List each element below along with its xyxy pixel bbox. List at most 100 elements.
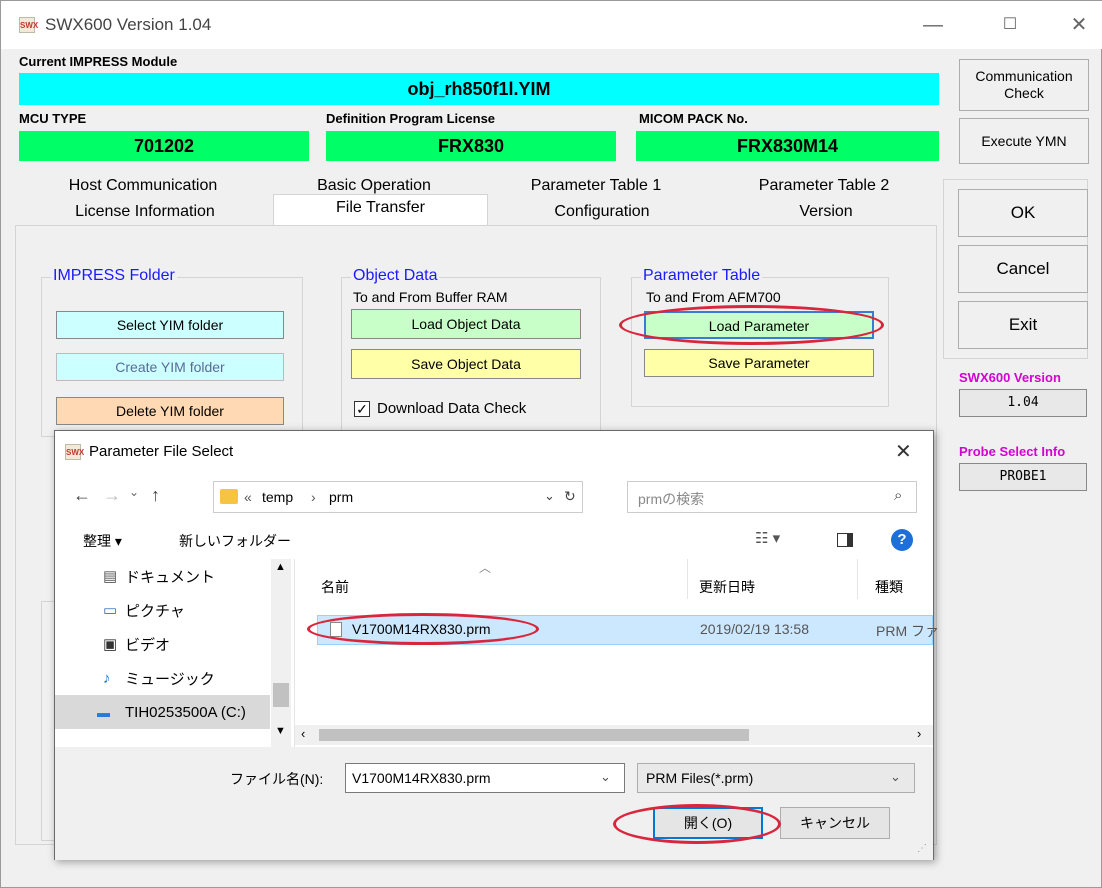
file-type: PRM ファ [876, 623, 939, 639]
nav-item-label: ピクチャ [125, 602, 185, 620]
nav-item-label: ビデオ [125, 636, 171, 654]
recent-dropdown-icon[interactable]: ⌄ [129, 485, 139, 499]
video-icon: ▣ [103, 636, 118, 653]
execute-ymn-button[interactable]: Execute YMN [959, 118, 1089, 164]
horizontal-scrollbar[interactable]: ‹ › [295, 725, 933, 745]
help-icon[interactable]: ? [891, 529, 913, 551]
probe-label: Probe Select Info [959, 444, 1066, 459]
column-type[interactable]: 種類 [875, 577, 903, 597]
file-type-value: PRM Files(*.prm) [646, 770, 754, 786]
nav-scrollbar[interactable]: ▲ ▼ [271, 559, 291, 747]
impress-folder-title: IMPRESS Folder [51, 267, 177, 285]
column-name[interactable]: 名前 [321, 577, 349, 597]
nav-item-label: TIH0253500A (C:) [125, 703, 246, 721]
view-options-icon[interactable]: ☷ ▾ [755, 529, 780, 547]
nav-item-music[interactable]: ♪ ミュージック [55, 661, 270, 695]
path-prm[interactable]: prm [329, 489, 353, 505]
path-temp[interactable]: temp [262, 489, 293, 505]
refresh-icon[interactable]: ↻ [564, 488, 576, 505]
tab-parameter-table-2[interactable]: Parameter Table 2 [711, 173, 937, 199]
forward-arrow-icon[interactable]: → [103, 485, 121, 506]
tab-file-transfer[interactable]: File Transfer [273, 194, 488, 226]
license-value: FRX830 [326, 131, 616, 161]
file-type-select[interactable]: PRM Files(*.prm) ⌄ [637, 763, 915, 793]
resize-grip-icon[interactable]: ⋰ [917, 843, 927, 854]
scroll-up-icon[interactable]: ▲ [275, 561, 286, 573]
save-object-data-button[interactable]: Save Object Data [351, 349, 581, 379]
path-separator: › [311, 489, 316, 505]
nav-item-drive-c[interactable]: ▬ TIH0253500A (C:) [55, 695, 270, 729]
nav-item-videos[interactable]: ▣ ビデオ [55, 627, 270, 661]
ok-button[interactable]: OK [958, 189, 1088, 237]
tab-version[interactable]: Version [715, 199, 937, 225]
new-folder-button[interactable]: 新しいフォルダー [179, 531, 291, 551]
save-parameter-button[interactable]: Save Parameter [644, 349, 874, 377]
address-dropdown-icon[interactable]: ⌄ [544, 488, 555, 504]
column-date[interactable]: 更新日時 [699, 577, 755, 597]
tab-license-information[interactable]: License Information [19, 199, 271, 225]
minimize-button[interactable]: — [919, 11, 947, 39]
filename-input[interactable]: V1700M14RX830.prm ⌄ [345, 763, 625, 793]
title-bar: SWX SWX600 Version 1.04 — ☐ ✕ [1, 1, 1102, 49]
back-arrow-icon[interactable]: ← [73, 485, 91, 506]
scroll-right-icon[interactable]: › [917, 726, 921, 741]
nav-item-documents[interactable]: ▤ ドキュメント [55, 559, 270, 593]
communication-check-button[interactable]: Communication Check [959, 59, 1089, 111]
cancel-button[interactable]: Cancel [958, 245, 1088, 293]
filename-dropdown-icon[interactable]: ⌄ [600, 769, 611, 785]
column-divider [687, 559, 688, 599]
tab-configuration[interactable]: Configuration [491, 199, 713, 225]
preview-pane-icon[interactable] [837, 533, 853, 547]
document-icon: ▤ [103, 568, 118, 585]
file-type-dropdown-icon[interactable]: ⌄ [890, 769, 901, 785]
tab-host-communication[interactable]: Host Communication [19, 173, 267, 199]
parameter-table-subtitle: To and From AFM700 [646, 289, 781, 305]
tab-parameter-table-1[interactable]: Parameter Table 1 [481, 173, 711, 199]
nav-item-label: ミュージック [125, 670, 215, 688]
license-label: Definition Program License [326, 111, 496, 126]
nav-scroll-thumb[interactable] [273, 683, 289, 707]
mcu-label: MCU TYPE [19, 111, 87, 126]
highlight-load-parameter [619, 305, 884, 345]
path-overflow[interactable]: « [244, 489, 252, 505]
download-check-label: Download Data Check [377, 400, 527, 417]
maximize-button[interactable]: ☐ [996, 11, 1024, 39]
sort-indicator-icon: ︿ [479, 561, 492, 575]
object-data-title: Object Data [351, 267, 440, 285]
dialog-footer: ファイル名(N): V1700M14RX830.prm ⌄ PRM Files(… [55, 747, 933, 860]
nav-item-label: ドキュメント [125, 568, 216, 586]
scroll-down-icon[interactable]: ▼ [275, 725, 286, 737]
exit-button[interactable]: Exit [958, 301, 1088, 349]
delete-yim-folder-button[interactable]: Delete YIM folder [56, 397, 284, 425]
filename-value: V1700M14RX830.prm [352, 770, 491, 786]
close-button[interactable]: ✕ [1065, 11, 1093, 39]
search-icon[interactable]: ⌕ [894, 487, 902, 504]
window-title: SWX600 Version 1.04 [45, 15, 212, 34]
micom-label: MICOM PACK No. [639, 111, 748, 126]
download-check-checkbox[interactable]: ✓ [354, 401, 370, 417]
address-bar[interactable]: « temp › prm ⌄ ↻ [213, 481, 583, 513]
pictures-icon: ▭ [103, 602, 118, 619]
micom-value: FRX830M14 [636, 131, 939, 161]
create-yim-folder-button[interactable]: Create YIM folder [56, 353, 284, 381]
search-placeholder: prmの検索 [638, 491, 705, 507]
dialog-title: Parameter File Select [89, 443, 234, 460]
column-divider [857, 559, 858, 599]
search-box[interactable]: prmの検索 ⌕ [627, 481, 917, 513]
dialog-cancel-button[interactable]: キャンセル [780, 807, 890, 839]
dialog-logo-icon: SWX [65, 444, 84, 460]
up-arrow-icon[interactable]: ↑ [151, 485, 160, 506]
version-value: 1.04 [959, 389, 1087, 417]
mcu-value: 701202 [19, 131, 309, 161]
module-value: obj_rh850f1l.YIM [19, 73, 939, 105]
dialog-toolbar: 整理 ▾ 新しいフォルダー ☷ ▾ ? [55, 523, 933, 559]
horizontal-scroll-thumb[interactable] [319, 729, 749, 741]
navigation-pane: ▤ ドキュメント ▭ ピクチャ ▣ ビデオ ♪ ミュージック ▬ TIH0253500A … [55, 559, 295, 747]
scroll-left-icon[interactable]: ‹ [301, 726, 305, 741]
dialog-close-button[interactable]: ✕ [895, 439, 912, 464]
load-object-data-button[interactable]: Load Object Data [351, 309, 581, 339]
drive-icon: ▬ [97, 704, 110, 720]
organize-menu[interactable]: 整理 ▾ [83, 531, 122, 551]
select-yim-folder-button[interactable]: Select YIM folder [56, 311, 284, 339]
nav-item-pictures[interactable]: ▭ ピクチャ [55, 593, 270, 627]
